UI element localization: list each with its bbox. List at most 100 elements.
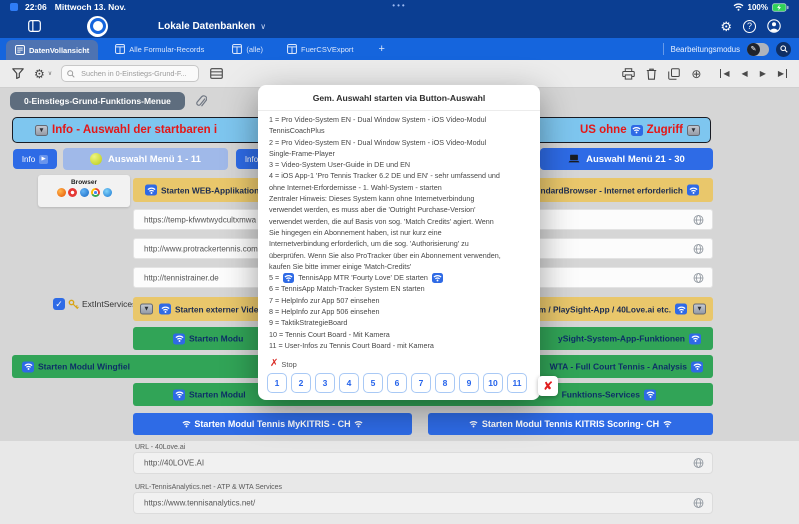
battery-icon [772, 2, 789, 12]
chevron-down-icon[interactable]: ∨ [260, 22, 266, 31]
edit-mode-toggle[interactable]: ✎ [747, 42, 769, 56]
sidebar-toggle-icon[interactable] [28, 20, 41, 32]
settings-gear-icon[interactable]: ⚙ [720, 20, 732, 33]
chrome-browser-icon[interactable] [91, 188, 100, 197]
url-value: http://tennistrainer.de [144, 273, 219, 282]
dialog-number-button-10[interactable]: 10 [483, 373, 503, 393]
dialog-number-button-7[interactable]: 7 [411, 373, 431, 393]
url-field[interactable]: https://www.tennisanalytics.net/ [133, 492, 713, 514]
tabbar-right-cluster: Bearbeitungsmodus ✎ [662, 38, 793, 60]
print-icon[interactable] [622, 67, 636, 80]
wifi-icon [431, 273, 443, 284]
dialog-text-line: 1 = Pro Video-System EN - Dual Window Sy… [269, 115, 487, 124]
dialog-number-button-3[interactable]: 3 [315, 373, 335, 393]
dialog-number-button-11[interactable]: 11 [507, 373, 527, 393]
tab-datenvollansicht[interactable]: DatenVollansicht [6, 40, 99, 60]
globe-icon[interactable] [693, 214, 704, 225]
info-header-left: ▼ Info - Auswahl der startbaren i [33, 124, 217, 136]
tab-label: (alle) [246, 44, 263, 54]
list-view-icon[interactable] [210, 68, 223, 79]
info-button-label: Info [21, 154, 36, 164]
dialog-number-button-9[interactable]: 9 [459, 373, 479, 393]
dropdown-arrow-icon[interactable]: ▼ [140, 303, 153, 315]
opera-browser-icon[interactable] [68, 188, 77, 197]
database-menu-title[interactable]: Lokale Datenbanken [158, 21, 255, 32]
ext-int-services-checkbox[interactable]: ✓ [53, 298, 65, 310]
mykitris-button[interactable]: Starten Modul Tennis MyKITRIS - CH [133, 413, 412, 435]
wifi-icon [675, 303, 687, 315]
field-label: URL-TennisAnalytics.net - ATP & WTA Serv… [135, 484, 283, 491]
paperclip-icon[interactable] [195, 94, 207, 108]
toggle-knob-pencil-icon: ✎ [747, 42, 760, 56]
wifi-icon [467, 418, 480, 430]
tab-alle-formular-records[interactable]: Alle Formular-Records [106, 38, 213, 60]
dropdown-arrow-icon[interactable]: ▼ [693, 303, 706, 315]
quick-search-button[interactable] [776, 41, 791, 57]
logo-ring [89, 18, 106, 34]
search-icon [67, 69, 75, 78]
search-input[interactable] [79, 68, 194, 79]
tennis-ball-icon [90, 153, 103, 165]
globe-icon[interactable] [693, 243, 704, 254]
dialog-text-line: 4 = iOS App-1 'Pro Tennis Tracker 6.2 DE… [269, 171, 500, 181]
globe-icon[interactable] [693, 458, 704, 469]
dialog-text-line: Internetverbindung erforderlich, um die … [269, 239, 469, 249]
gear-chevron-icon[interactable]: ∨ [48, 70, 52, 77]
first-record-button[interactable]: ◀ [720, 69, 730, 78]
last-record-button[interactable]: ▶ [778, 69, 787, 78]
duplicate-record-icon[interactable] [668, 67, 681, 80]
help-icon[interactable]: ? [743, 19, 756, 33]
browser-card: Browser [38, 175, 130, 207]
dialog-number-button-8[interactable]: 8 [435, 373, 455, 393]
info-button-1[interactable]: Info ▶ [13, 149, 57, 169]
toolbar-gear-icon[interactable]: ⚙ [34, 68, 45, 80]
previous-record-button[interactable]: ◀ [742, 69, 748, 78]
tab-alle[interactable]: (alle) [223, 38, 272, 60]
app-logo-icon[interactable] [87, 15, 108, 37]
firefox-browser-icon[interactable] [56, 188, 66, 197]
layout-name-chip[interactable]: 0-Einstiegs-Grund-Funktions-Menue [10, 92, 185, 110]
module-label-left: Starten Modul Wingfiel [20, 361, 130, 372]
laptop-icon [568, 154, 580, 164]
web-apps-header-left: Starten WEB-Applikation [143, 184, 259, 196]
new-record-icon[interactable]: ⊕ [691, 68, 701, 80]
safari-browser-icon[interactable] [102, 188, 112, 197]
dropdown-arrow-icon[interactable]: ▼ [35, 124, 48, 136]
wifi-icon [689, 333, 701, 344]
dialog-number-button-1[interactable]: 1 [267, 373, 287, 393]
auswahl-menu-21-30-button[interactable]: Auswahl Menü 21 - 30 [540, 148, 713, 170]
add-tab-button[interactable]: + [371, 38, 393, 60]
delete-record-icon[interactable] [646, 68, 657, 80]
url-field[interactable]: http://40LOVE.AI [133, 452, 713, 474]
dialog-number-button-4[interactable]: 4 [339, 373, 359, 393]
multitask-dots-icon[interactable]: ••• [392, 1, 406, 10]
kitris-scoring-button[interactable]: Starten Modul Tennis KITRIS Scoring- CH [428, 413, 713, 435]
filter-icon[interactable] [12, 68, 24, 79]
window-grid-icon [287, 44, 297, 54]
account-icon[interactable] [767, 19, 781, 33]
record-navigation: ◀ ◀ ▶ ▶ [720, 69, 787, 78]
next-record-button[interactable]: ▶ [760, 69, 766, 78]
wifi-icon [691, 361, 703, 372]
dialog-number-button-2[interactable]: 2 [291, 373, 311, 393]
dialog-close-button[interactable]: ✘ [538, 376, 558, 396]
nav-right-cluster: ⚙ ? [720, 19, 781, 33]
dialog-number-button-6[interactable]: 6 [387, 373, 407, 393]
external-video-header-right: sh.com / PlaySight-App / 40Love.ai etc. … [517, 303, 708, 315]
tab-fuercsvexport[interactable]: FuerCSVExport [278, 38, 363, 60]
dialog-number-button-5[interactable]: 5 [363, 373, 383, 393]
dialog-stop-row[interactable]: ✗ Stop [270, 359, 540, 369]
edge-browser-icon[interactable] [79, 188, 89, 197]
record-toolbar: ⚙ ∨ ⊕ ◀ ◀ ▶ ▶ [0, 60, 799, 88]
auswahl-menu-1-11-button[interactable]: Auswahl Menü 1 - 11 [63, 148, 228, 170]
app-indicator-icon [10, 3, 18, 11]
globe-icon[interactable] [693, 498, 704, 509]
app-nav-bar: Lokale Datenbanken ∨ ⚙ ? [0, 14, 799, 38]
dropdown-arrow-icon[interactable]: ▼ [687, 124, 700, 136]
divider [662, 43, 664, 55]
dialog-number-buttons: 1 2 3 4 5 6 7 8 9 10 11 [267, 373, 527, 393]
module-label-right: WTA - Full Court Tennis - Analysis [550, 361, 705, 372]
menu-button-label: Auswahl Menü 21 - 30 [586, 153, 685, 165]
globe-icon[interactable] [693, 272, 704, 283]
dialog-text-line: überprüfen. Wenn Sie also ProTracker übe… [269, 250, 501, 260]
